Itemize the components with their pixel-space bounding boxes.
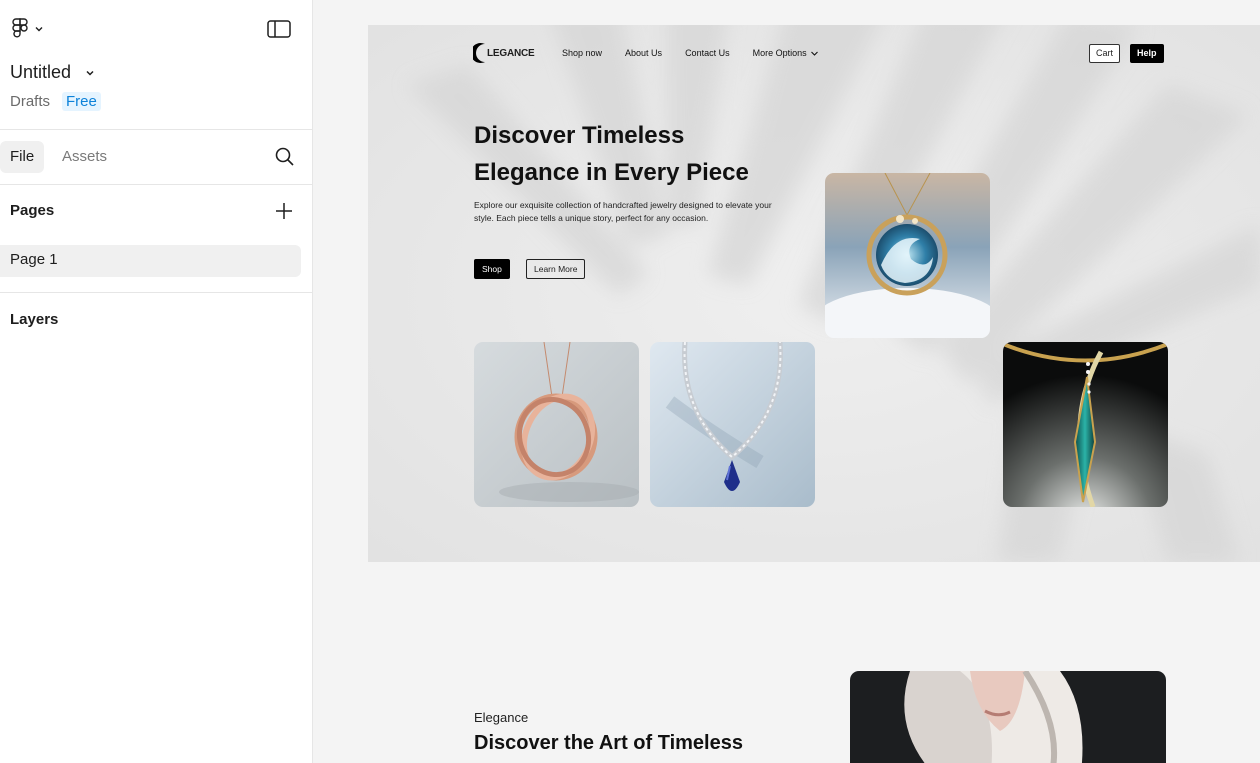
nav-link-shop-now[interactable]: Shop now: [562, 48, 602, 58]
headline-line-1: Discover Timeless: [474, 122, 685, 149]
search-icon[interactable]: [273, 145, 295, 167]
rose-gold-rings-image: [474, 342, 639, 507]
nav-link-contact-us[interactable]: Contact Us: [685, 48, 730, 58]
wave-pendant-image: [825, 173, 990, 338]
hero-frame[interactable]: LEGANCE Shop now About Us Contact Us Mor…: [368, 25, 1260, 562]
plus-icon[interactable]: [274, 201, 294, 221]
figma-logo-icon: [12, 18, 28, 38]
nav-link-about-us[interactable]: About Us: [625, 48, 662, 58]
section-title: Discover the Art of Timeless: [474, 732, 743, 754]
design-canvas[interactable]: LEGANCE Shop now About Us Contact Us Mor…: [313, 0, 1260, 763]
tab-file[interactable]: File: [0, 141, 45, 173]
headline-line-2: Elegance in Every Piece: [474, 159, 749, 186]
layers-label: Layers: [10, 311, 59, 328]
model-portrait-image: [850, 671, 1166, 763]
panel-tabs: File Assets: [0, 130, 312, 185]
file-header: Untitled Drafts Free: [0, 0, 312, 130]
pages-header: Pages: [0, 196, 312, 226]
sapphire-necklace-image: [650, 342, 815, 507]
more-options-label: More Options: [752, 48, 807, 58]
brand-logo[interactable]: LEGANCE: [473, 41, 535, 65]
pages-label: Pages: [10, 202, 55, 219]
logo-text: LEGANCE: [487, 47, 535, 59]
emerald-pendant-image: [1003, 342, 1168, 507]
nav-links: Shop now About Us Contact Us More Option…: [562, 48, 819, 58]
left-panel: Untitled Drafts Free File Assets Pages P…: [0, 0, 313, 763]
learn-more-button[interactable]: Learn More: [526, 259, 586, 279]
plan-badge: Free: [62, 92, 101, 111]
drafts-link[interactable]: Drafts: [10, 93, 50, 110]
chevron-down-icon: [35, 27, 43, 32]
site-nav: LEGANCE Shop now About Us Contact Us Mor…: [473, 40, 1165, 68]
divider: [0, 292, 312, 293]
chevron-down-icon: [810, 51, 818, 56]
tab-assets[interactable]: Assets: [52, 141, 117, 173]
main-menu-button[interactable]: [10, 17, 44, 41]
nav-more-options[interactable]: More Options: [753, 48, 819, 58]
file-location: Drafts Free: [10, 92, 101, 111]
cart-button[interactable]: Cart: [1089, 44, 1121, 63]
shop-button[interactable]: Shop: [474, 259, 510, 279]
file-title[interactable]: Untitled: [10, 62, 95, 83]
section-eyebrow: Elegance: [474, 710, 529, 725]
hero-headline: Discover Timeless Elegance in Every Piec…: [474, 117, 794, 191]
hero-subtext: Explore our exquisite collection of hand…: [474, 200, 772, 223]
sidebar-toggle-icon[interactable]: [266, 18, 292, 40]
page-item-page-1[interactable]: Page 1: [0, 245, 301, 277]
help-button[interactable]: Help: [1130, 44, 1164, 63]
crescent-logo-icon: [473, 43, 485, 63]
file-name: Untitled: [10, 62, 72, 82]
chevron-down-icon: [86, 70, 94, 76]
